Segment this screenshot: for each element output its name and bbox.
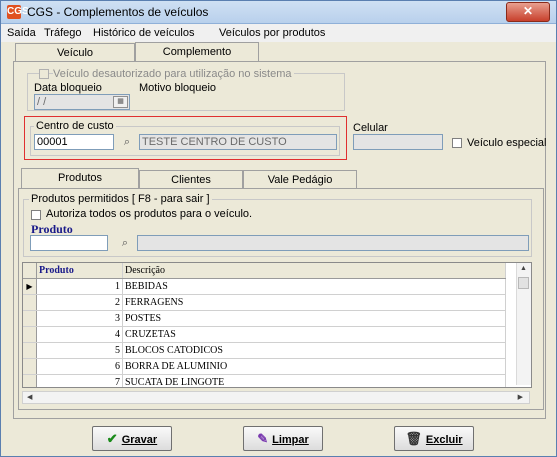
- produtos-group-label: Produtos permitidos [ F8 - para sair ]: [29, 193, 212, 205]
- cell-descricao[interactable]: FERRAGENS: [122, 294, 506, 311]
- trash-icon: 🗑: [405, 431, 422, 446]
- menu-saida[interactable]: Saída: [7, 27, 36, 39]
- check-icon: ✔: [106, 431, 118, 446]
- data-bloqueio-label: Data bloqueio: [34, 82, 102, 94]
- tab-clientes[interactable]: Clientes: [139, 170, 243, 189]
- gravar-label: Gravar: [121, 434, 158, 446]
- scroll-right-icon[interactable]: ▶: [518, 393, 523, 401]
- tab-complemento[interactable]: Complemento: [135, 42, 259, 62]
- cell-descricao[interactable]: BEBIDAS: [122, 278, 506, 295]
- tab-produtos[interactable]: Produtos: [21, 168, 139, 189]
- centro-de-custo-code-field[interactable]: 00001: [34, 134, 114, 150]
- table-row[interactable]: 6 BORRA DE ALUMINIO: [23, 358, 506, 375]
- scroll-left-icon[interactable]: ◀: [27, 393, 32, 401]
- cell-descricao[interactable]: BORRA DE ALUMINIO: [122, 358, 506, 375]
- app-icon: CGS: [7, 5, 29, 19]
- vertical-scrollbar[interactable]: ▲: [516, 263, 531, 385]
- cell-produto[interactable]: 6: [36, 358, 123, 375]
- binoculars-icon[interactable]: ⌕: [117, 134, 137, 150]
- cell-produto[interactable]: 7: [36, 374, 123, 387]
- limpar-label: Limpar: [272, 434, 309, 446]
- menu-historico[interactable]: Histórico de veículos: [93, 27, 195, 39]
- cell-produto[interactable]: 1: [36, 278, 123, 295]
- excluir-button[interactable]: 🗑 Excluir: [394, 426, 474, 451]
- produto-code-field[interactable]: [30, 235, 108, 251]
- row-pointer-icon: ▶: [23, 278, 37, 295]
- table-row[interactable]: ▶ 1 BEBIDAS: [23, 278, 506, 295]
- excluir-label: Excluir: [425, 434, 463, 446]
- menu-trafego[interactable]: Tráfego: [44, 27, 82, 39]
- gravar-button[interactable]: ✔ Gravar: [92, 426, 172, 451]
- title-bar: CGS CGS - Complementos de veículos ✕: [1, 1, 556, 24]
- menu-veiculos-por-produtos[interactable]: Veículos por produtos: [219, 27, 325, 39]
- centro-de-custo-desc-field: TESTE CENTRO DE CUSTO: [139, 134, 337, 150]
- table-row[interactable]: 2 FERRAGENS: [23, 294, 506, 311]
- tab-vale-pedagio[interactable]: Vale Pedágio: [243, 170, 357, 189]
- column-header-produto[interactable]: Produto: [36, 263, 123, 279]
- desautorizado-checkbox[interactable]: [39, 69, 49, 79]
- desautorizado-label: Veículo desautorizado para utilização no…: [53, 68, 295, 80]
- cell-descricao[interactable]: CRUZETAS: [122, 326, 506, 343]
- cell-produto[interactable]: 4: [36, 326, 123, 343]
- cell-descricao[interactable]: POSTES: [122, 310, 506, 327]
- celular-field[interactable]: [353, 134, 443, 150]
- calendar-icon[interactable]: ▦: [113, 96, 128, 108]
- menu-bar: Saída Tráfego Histórico de veículos Veíc…: [1, 24, 556, 42]
- table-row[interactable]: 7 SUCATA DE LINGOTE: [23, 374, 506, 387]
- cell-descricao[interactable]: BLOCOS CATODICOS: [122, 342, 506, 359]
- autoriza-todos-label: Autoriza todos os produtos para o veícul…: [46, 208, 253, 220]
- cell-produto[interactable]: 2: [36, 294, 123, 311]
- cell-descricao[interactable]: SUCATA DE LINGOTE: [122, 374, 506, 387]
- table-row[interactable]: 3 POSTES: [23, 310, 506, 327]
- celular-label: Celular: [353, 122, 388, 134]
- table-row[interactable]: 5 BLOCOS CATODICOS: [23, 342, 506, 359]
- window: CGS CGS - Complementos de veículos ✕ Saí…: [0, 0, 557, 457]
- produtos-grid: Produto Descrição ▶ 1 BEBIDAS 2 FERRAGEN…: [22, 262, 532, 388]
- limpar-button[interactable]: ✎ Limpar: [243, 426, 323, 451]
- binoculars-icon-produto[interactable]: ⌕: [115, 235, 135, 251]
- horizontal-scrollbar[interactable]: ◀ ▶: [22, 391, 530, 404]
- eraser-icon: ✎: [257, 431, 269, 446]
- produto-desc-field: [137, 235, 529, 251]
- autoriza-todos-checkbox[interactable]: [31, 210, 41, 220]
- cell-produto[interactable]: 5: [36, 342, 123, 359]
- scroll-thumb[interactable]: [518, 277, 529, 289]
- scroll-up-icon[interactable]: ▲: [520, 265, 527, 272]
- centro-de-custo-label: Centro de custo: [34, 120, 116, 132]
- window-title: CGS - Complementos de veículos: [27, 5, 209, 19]
- cell-produto[interactable]: 3: [36, 310, 123, 327]
- table-row[interactable]: 4 CRUZETAS: [23, 326, 506, 343]
- tab-veiculo[interactable]: Veículo: [15, 43, 135, 61]
- column-header-descricao[interactable]: Descrição: [122, 263, 506, 279]
- veiculo-especial-checkbox[interactable]: [452, 138, 462, 148]
- close-button[interactable]: ✕: [506, 2, 550, 22]
- motivo-bloqueio-label: Motivo bloqueio: [139, 82, 217, 94]
- veiculo-especial-label: Veículo especial: [467, 137, 547, 149]
